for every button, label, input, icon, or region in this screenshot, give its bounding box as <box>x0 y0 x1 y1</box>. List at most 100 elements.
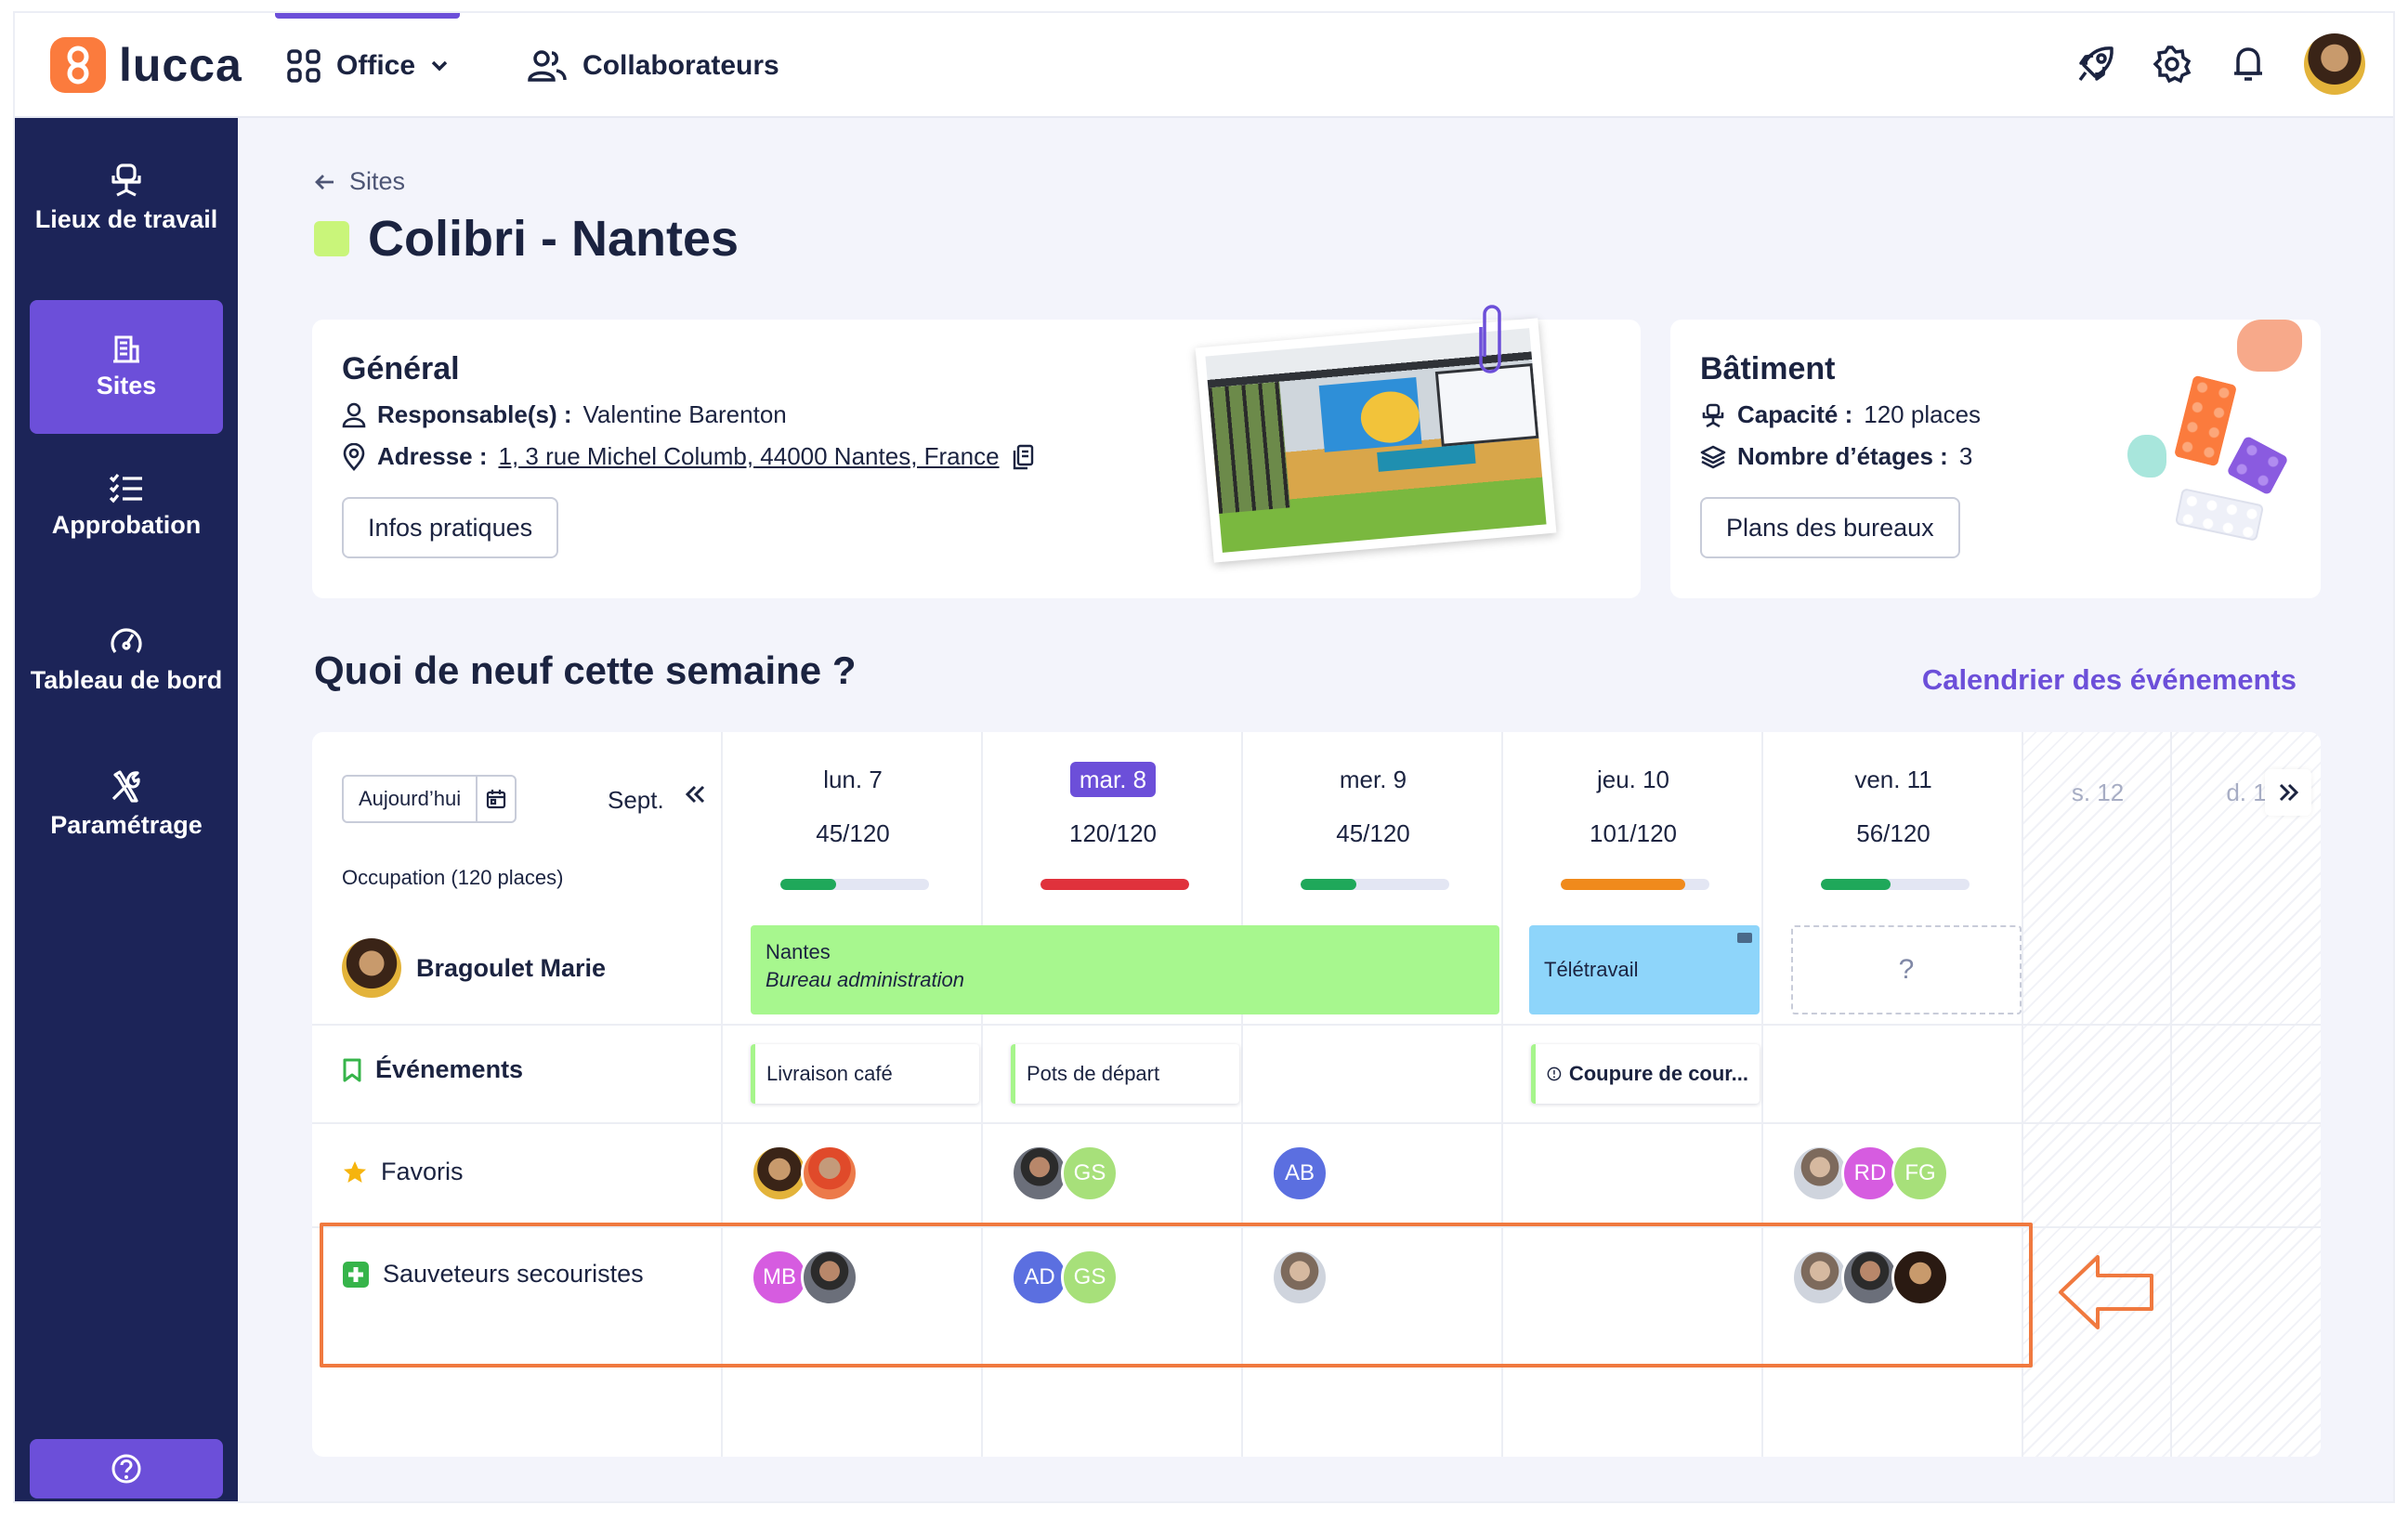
nav-tab-office[interactable]: Office <box>275 13 461 118</box>
calendar-icon[interactable] <box>476 777 515 821</box>
avatar[interactable]: GS <box>1061 1145 1119 1202</box>
avatar[interactable] <box>801 1145 858 1202</box>
event-chip[interactable]: Coupure de cour... <box>1531 1044 1760 1104</box>
avatar[interactable] <box>1011 1145 1068 1202</box>
bell-icon[interactable] <box>2228 44 2269 85</box>
day-occupancy: 45/120 <box>1336 819 1410 847</box>
grid-line <box>312 1122 2321 1124</box>
desk-chair-icon <box>111 164 141 197</box>
occupancy-bar-fill <box>1561 879 1686 890</box>
lucca-logo-icon <box>50 37 106 93</box>
responsable-row: Responsable(s) : Valentine Barenton <box>342 400 1035 429</box>
day-header-tue[interactable]: mar. 8 120/120 <box>983 732 1243 918</box>
day-name: lun. 7 <box>823 766 883 793</box>
unknown-location-block[interactable]: ? <box>1791 925 2022 1014</box>
star-icon <box>344 1160 366 1183</box>
nav-tab-office-label: Office <box>336 49 416 81</box>
occupancy-bar-fill <box>1040 879 1189 890</box>
avatar[interactable]: RD <box>1841 1145 1899 1202</box>
etages-value: 3 <box>1958 442 1973 470</box>
office-booking-block[interactable]: Nantes Bureau administration <box>751 925 1499 1014</box>
top-bar: lucca Office Collaborateurs <box>15 13 2393 118</box>
sidebar-item-approbation[interactable]: Approbation <box>30 458 223 555</box>
today-button-label: Aujourd’hui <box>359 787 462 810</box>
user-avatar[interactable] <box>2304 33 2365 95</box>
sidebar-item-lieux-de-travail[interactable]: Lieux de travail <box>30 133 223 263</box>
grid-line <box>2170 732 2172 1457</box>
sidebar-item-label: Paramétrage <box>50 811 203 839</box>
capacite-value: 120 places <box>1864 400 1982 428</box>
avatar[interactable]: AB <box>1271 1145 1328 1202</box>
users-icon <box>528 49 567 82</box>
chevron-double-right-icon <box>2279 783 2299 802</box>
paperclip-icon <box>1479 305 1501 373</box>
event-chip[interactable]: Livraison café <box>751 1044 979 1104</box>
responsable-label: Responsable(s) : <box>377 400 572 428</box>
weekend-day-sat: s. 12 <box>2071 779 2125 806</box>
arrow-left-icon <box>315 174 334 190</box>
day-header-wed[interactable]: mer. 9 45/120 <box>1243 732 1503 918</box>
breadcrumb[interactable]: Sites <box>314 167 405 196</box>
breadcrumb-label: Sites <box>349 167 406 195</box>
occupancy-bar-fill <box>780 879 836 890</box>
current-user-row: Bragoulet Marie <box>342 938 606 998</box>
favoris-mon <box>751 1145 858 1202</box>
capacite-row: Capacité : 120 places <box>1700 400 1981 429</box>
infos-pratiques-button[interactable]: Infos pratiques <box>342 497 559 558</box>
day-name-today: mar. 8 <box>983 762 1243 797</box>
occupancy-bar-fill <box>1821 879 1891 890</box>
events-calendar-link[interactable]: Calendrier des événements <box>1922 663 2297 697</box>
avatar[interactable] <box>1791 1145 1849 1202</box>
lucca-logo[interactable]: lucca <box>50 37 242 93</box>
previous-week-button[interactable] <box>684 779 708 815</box>
month-label: Sept. <box>608 786 664 814</box>
brand-name: lucca <box>119 39 242 91</box>
day-header-fri[interactable]: ven. 11 56/120 <box>1763 732 2023 918</box>
checklist-icon <box>109 473 142 504</box>
booking-site: Nantes <box>766 940 831 963</box>
help-button[interactable] <box>30 1439 223 1498</box>
avatar[interactable] <box>751 1145 808 1202</box>
remote-work-block[interactable]: Télétravail <box>1529 925 1760 1014</box>
plans-des-bureaux-button[interactable]: Plans des bureaux <box>1700 497 1960 558</box>
adresse-link[interactable]: 1, 3 rue Michel Columb, 44000 Nantes, Fr… <box>499 442 1000 471</box>
sidebar-item-parametrage[interactable]: Paramétrage <box>30 755 223 852</box>
event-chip[interactable]: Pots de départ <box>1011 1044 1239 1104</box>
day-header-mon[interactable]: lun. 7 45/120 <box>723 732 983 918</box>
batiment-card: Bâtiment Capacité : 120 places Nombre d’… <box>1670 320 2321 598</box>
favoris-fri: RD FG <box>1791 1145 1949 1202</box>
favoris-tue: GS <box>1011 1145 1119 1202</box>
booking-subtitle: Bureau administration <box>766 968 965 991</box>
sidebar-item-label: Sites <box>96 372 157 399</box>
next-week-button[interactable] <box>2265 769 2311 816</box>
day-name: mer. 9 <box>1339 766 1407 793</box>
nav-tab-collaborateurs[interactable]: Collaborateurs <box>516 13 791 118</box>
occupancy-bar-fill <box>1301 879 1356 890</box>
rocket-icon[interactable] <box>2075 44 2116 85</box>
top-actions <box>2075 33 2365 95</box>
app-window: lucca Office Collaborateurs Lieux de tra… <box>15 13 2393 1501</box>
etages-row: Nombre d’étages : 3 <box>1700 442 1981 471</box>
chevron-double-left-icon <box>685 785 705 804</box>
help-icon <box>111 1454 141 1484</box>
day-name: ven. 11 <box>1854 766 1932 793</box>
batiment-heading: Bâtiment <box>1700 351 1836 386</box>
bookmark-icon <box>343 1058 361 1081</box>
highlight-annotation <box>320 1223 2033 1368</box>
gauge-icon <box>111 628 142 653</box>
avatar[interactable]: FG <box>1891 1145 1949 1202</box>
today-button[interactable]: Aujourd’hui <box>342 775 517 823</box>
copy-icon[interactable] <box>1011 443 1035 471</box>
occupancy-bar <box>1561 879 1709 890</box>
day-header-thu[interactable]: jeu. 10 101/120 <box>1503 732 1763 918</box>
alert-circle-icon <box>1547 1067 1562 1081</box>
adresse-row: Adresse : 1, 3 rue Michel Columb, 44000 … <box>342 442 1035 471</box>
sidebar: Lieux de travail Sites Approbation Table… <box>15 118 238 1501</box>
main-nav: Office Collaborateurs <box>275 13 791 118</box>
sidebar-item-tableau-de-bord[interactable]: Tableau de bord <box>30 592 223 726</box>
sidebar-item-sites[interactable]: Sites <box>30 300 223 434</box>
page-title: Colibri - Nantes <box>314 210 739 268</box>
gear-icon[interactable] <box>2152 44 2192 85</box>
occupancy-bar <box>780 879 929 890</box>
sidebar-item-label: Approbation <box>51 511 202 539</box>
